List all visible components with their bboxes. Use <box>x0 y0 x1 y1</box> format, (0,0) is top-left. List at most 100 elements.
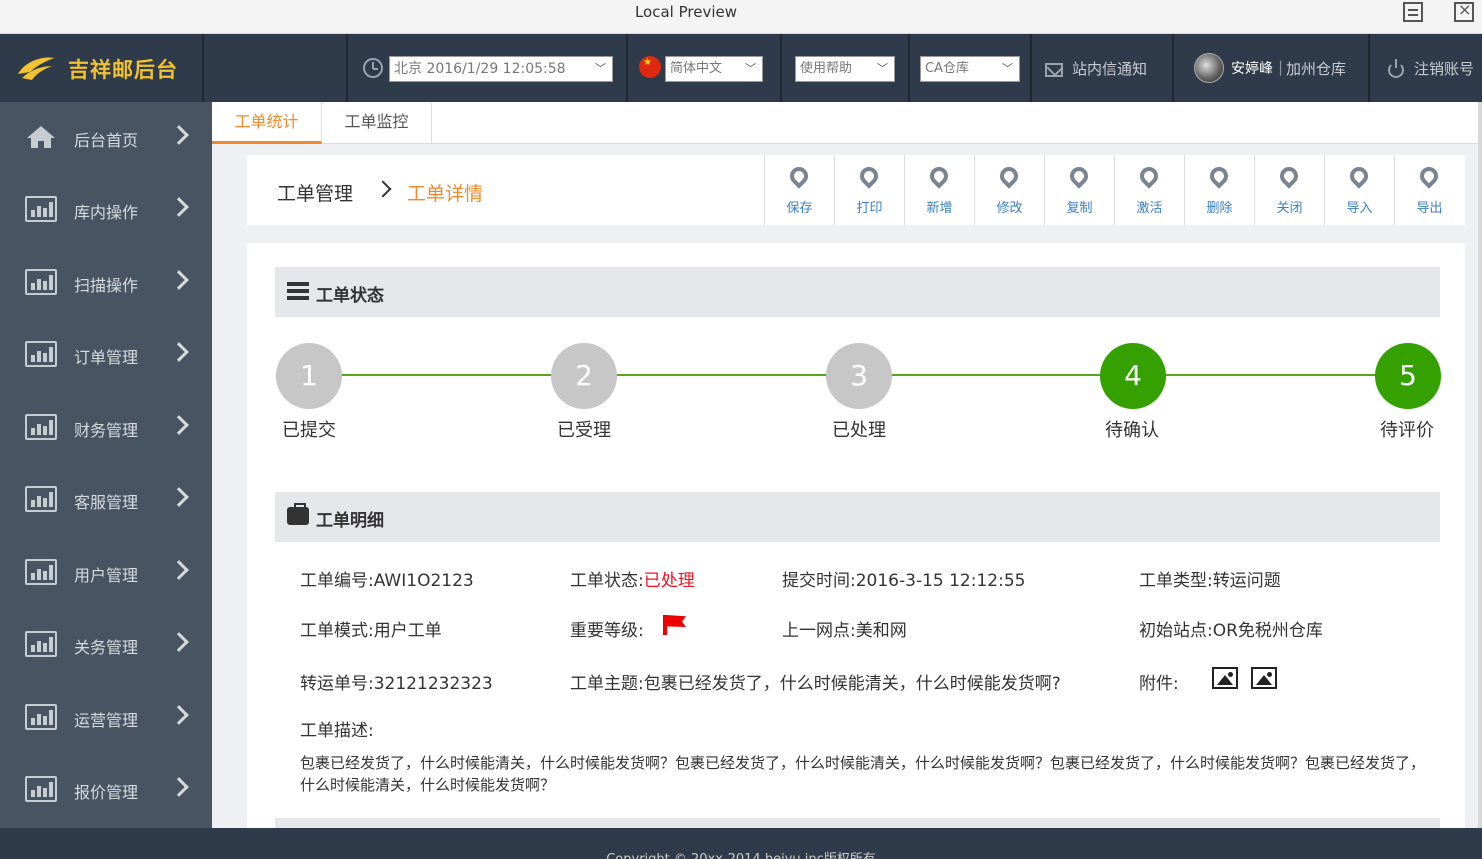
username[interactable]: 安婷峰 <box>1231 58 1273 78</box>
map-pin-icon <box>996 163 1022 189</box>
field-value: AWI1O2123 <box>373 571 474 591</box>
field-label: 工单类型: <box>1139 571 1213 591</box>
brand-logo[interactable]: 吉祥邮后台 <box>0 34 204 102</box>
sidebar-item-scan[interactable]: 扫描操作 <box>0 247 212 319</box>
bar-chart-icon <box>25 776 57 802</box>
map-pin-icon <box>856 163 882 189</box>
sidebar-item-label: 客服管理 <box>74 493 139 512</box>
clock-icon <box>363 58 383 78</box>
chevron-down-icon: ﹀ <box>595 62 606 75</box>
transfer-number-field: 转运单号:32121232323 <box>300 669 493 694</box>
print-button[interactable]: 打印 <box>834 155 904 225</box>
avatar[interactable] <box>1194 53 1224 83</box>
messages-link[interactable]: 站内信通知 <box>1072 58 1147 79</box>
sidebar-item-users[interactable]: 用户管理 <box>0 537 212 609</box>
divider <box>780 34 782 102</box>
button-label: 关闭 <box>1276 201 1303 216</box>
ticket-status-field: 工单状态:已处理 <box>570 566 695 591</box>
edit-button[interactable]: 修改 <box>974 155 1044 225</box>
chevron-right-icon <box>169 342 189 362</box>
brand-name: 吉祥邮后台 <box>68 58 178 82</box>
datetime-select[interactable]: 北京 2016/1/29 12:05:58 ﹀ <box>389 56 613 82</box>
sidebar-item-label: 用户管理 <box>74 566 139 585</box>
chevron-right-icon <box>169 270 189 290</box>
button-label: 保存 <box>786 201 813 216</box>
button-label: 导入 <box>1346 201 1373 216</box>
red-flag-icon <box>663 615 667 635</box>
image-attachment-icon[interactable] <box>1212 667 1238 689</box>
step-label: 待确认 <box>1105 420 1159 441</box>
sidebar-item-finance[interactable]: 财务管理 <box>0 392 212 464</box>
next-section-header <box>275 818 1440 828</box>
reader-view-icon[interactable] <box>1403 2 1423 22</box>
copy-button[interactable]: 复制 <box>1044 155 1114 225</box>
button-label: 修改 <box>996 201 1023 216</box>
image-attachment-icon[interactable] <box>1251 667 1277 689</box>
section-title: 工单明细 <box>316 511 384 531</box>
export-button[interactable]: 导出 <box>1394 155 1464 225</box>
activate-button[interactable]: 激活 <box>1114 155 1184 225</box>
sidebar-item-operations[interactable]: 运营管理 <box>0 682 212 754</box>
map-pin-icon <box>1276 163 1302 189</box>
sidebar-item-label: 订单管理 <box>74 348 139 367</box>
button-label: 导出 <box>1416 201 1443 216</box>
field-label: 上一网点: <box>782 621 856 641</box>
sidebar-item-customer-service[interactable]: 客服管理 <box>0 464 212 536</box>
warehouse-select[interactable]: CA仓库 ﹀ <box>920 56 1020 82</box>
scrollbar[interactable] <box>1478 102 1482 828</box>
close-preview-icon[interactable] <box>1454 0 1474 22</box>
sidebar-item-inventory[interactable]: 库内操作 <box>0 174 212 246</box>
tab-bar: 工单统计 工单监控 <box>212 102 1482 144</box>
breadcrumb-parent[interactable]: 工单管理 <box>277 179 353 206</box>
import-button[interactable]: 导入 <box>1324 155 1394 225</box>
origin-station-field: 初始站点:OR免税州仓库 <box>1139 616 1323 641</box>
field-label: 转运单号: <box>300 674 374 694</box>
language-select[interactable]: 简体中文 ﹀ <box>665 56 763 82</box>
button-label: 删除 <box>1206 201 1233 216</box>
button-label: 激活 <box>1136 201 1163 216</box>
status-section-header: 工单状态 <box>275 267 1440 317</box>
bar-chart-icon <box>25 486 57 512</box>
button-label: 打印 <box>856 201 883 216</box>
tab-ticket-monitor[interactable]: 工单监控 <box>322 102 432 144</box>
field-label: 工单模式: <box>300 621 374 641</box>
sidebar-item-home[interactable]: 后台首页 <box>0 102 212 174</box>
chevron-right-icon <box>169 415 189 435</box>
map-pin-icon <box>1346 163 1372 189</box>
logout-link[interactable]: 注销账号 <box>1414 58 1474 79</box>
chevron-right-icon <box>169 197 189 217</box>
field-value: 2016-3-15 12:12:55 <box>855 571 1026 591</box>
step-label: 已处理 <box>832 420 886 441</box>
sidebar-item-label: 运营管理 <box>74 711 139 730</box>
section-title: 工单状态 <box>316 286 384 306</box>
step-circle: 5 <box>1375 343 1441 409</box>
save-button[interactable]: 保存 <box>764 155 834 225</box>
sidebar-item-customs[interactable]: 关务管理 <box>0 609 212 681</box>
chevron-down-icon: ﹀ <box>877 62 888 75</box>
add-button[interactable]: 新增 <box>904 155 974 225</box>
step-circle: 2 <box>551 343 617 409</box>
user-location[interactable]: 加州仓库 <box>1286 58 1346 79</box>
divider <box>626 34 628 102</box>
bar-chart-icon <box>25 704 57 730</box>
sidebar-item-orders[interactable]: 订单管理 <box>0 319 212 391</box>
close-button[interactable]: 关闭 <box>1254 155 1324 225</box>
sidebar-item-label: 财务管理 <box>74 421 139 440</box>
description-label: 工单描述: <box>300 721 374 741</box>
window-title: Local Preview <box>634 3 738 21</box>
chevron-right-icon <box>169 777 189 797</box>
language-value: 简体中文 <box>670 61 723 76</box>
sidebar-item-pricing[interactable]: 报价管理 <box>0 754 212 826</box>
button-label: 复制 <box>1066 201 1093 216</box>
field-value: 包裹已经发货了，什么时候能清关，什么时候能发货啊? <box>643 674 1061 694</box>
step-label: 已受理 <box>557 420 611 441</box>
top-navbar: 吉祥邮后台 北京 2016/1/29 12:05:58 ﹀ 简体中文 ﹀ 使用帮… <box>0 34 1482 102</box>
field-value: 32121232323 <box>373 674 493 694</box>
divider <box>908 34 910 102</box>
delete-button[interactable]: 删除 <box>1184 155 1254 225</box>
map-pin-icon <box>1416 163 1442 189</box>
sidebar-item-label: 扫描操作 <box>74 276 139 295</box>
tab-ticket-stats[interactable]: 工单统计 <box>212 102 322 144</box>
divider-bar: | <box>1278 58 1284 76</box>
help-select[interactable]: 使用帮助 ﹀ <box>795 56 895 82</box>
